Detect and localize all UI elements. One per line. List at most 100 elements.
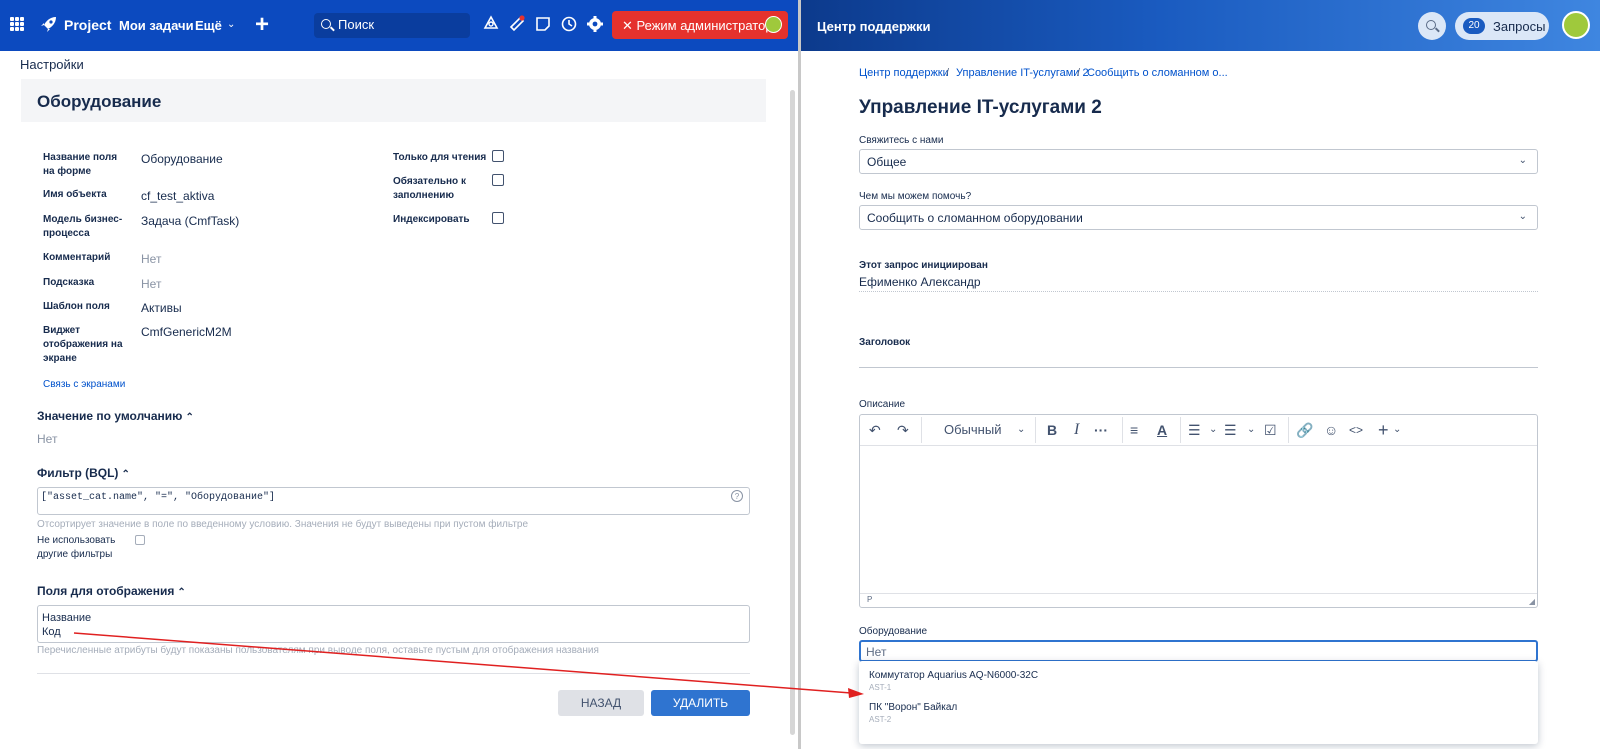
breadcrumb-item[interactable]: Сообщить о сломанном о...	[1087, 67, 1228, 79]
no-other-filters-checkbox[interactable]	[135, 535, 145, 545]
option-name: ПК "Ворон" Байкал	[869, 702, 958, 713]
link-icon[interactable]: 🔗	[1296, 420, 1313, 440]
chevron-down-icon[interactable]: ⌄	[1017, 420, 1025, 440]
avatar	[765, 16, 782, 33]
nav-my-tasks[interactable]: Мои задачи	[119, 18, 194, 33]
search-icon	[1426, 20, 1436, 30]
bullet-list-icon[interactable]: ☰	[1188, 420, 1201, 440]
search-input[interactable]: Поиск	[314, 13, 470, 38]
more-icon[interactable]: ···	[1094, 420, 1108, 440]
breadcrumb[interactable]: Настройки	[20, 57, 84, 72]
option-code: AST-2	[869, 715, 892, 724]
search-button[interactable]	[1418, 12, 1446, 40]
model-value: Задача (CmfTask)	[141, 214, 240, 228]
default-value: Нет	[37, 432, 58, 446]
filter-hint: Отсортирует значение в поле по введенном…	[37, 519, 529, 530]
app-grid-icon[interactable]	[10, 17, 24, 31]
hint-label: Подсказка	[43, 277, 95, 288]
required-label: Обязательно к заполнению	[393, 176, 466, 201]
code-icon[interactable]: <>	[1349, 420, 1363, 440]
delete-button[interactable]: УДАЛИТЬ	[651, 690, 750, 716]
editor-path: P	[867, 595, 873, 604]
comment-value: Нет	[141, 252, 162, 266]
admin-mode-label: Режим администратора	[636, 18, 780, 33]
bold-icon[interactable]: B	[1047, 420, 1057, 440]
object-name-label: Имя объекта	[43, 189, 107, 200]
portal-title[interactable]: Центр поддержки	[817, 19, 931, 34]
contact-select[interactable]: Общее ⌄	[859, 149, 1538, 174]
checkbox-icon[interactable]: ☑	[1264, 420, 1277, 440]
italic-icon[interactable]: I	[1074, 420, 1079, 440]
redo-icon[interactable]: ↷	[897, 420, 909, 440]
template-value: Активы	[141, 301, 182, 315]
breadcrumb-separator: /	[1077, 67, 1081, 79]
recycle-icon[interactable]	[482, 15, 500, 33]
chevron-down-icon: ⌄	[1518, 155, 1527, 166]
display-fields-section[interactable]: Поля для отображения ⌃	[37, 584, 186, 598]
chevron-up-icon: ⌃	[121, 469, 130, 480]
list-item[interactable]: Коммутатор Aquarius AQ-N6000-32C AST-1	[859, 661, 1538, 693]
form-name-label: Название поля на форме	[43, 152, 118, 177]
description-editor[interactable]: ↶ ↷ Обычный ⌄ B I ··· ≡ A ☰ ⌄ ☰ ⌄ ☑ 🔗 ☺ …	[859, 414, 1538, 608]
emoji-icon[interactable]: ☺	[1324, 420, 1338, 440]
object-name-value: cf_test_aktiva	[141, 189, 215, 203]
requests-button[interactable]: 20 Запросы	[1455, 12, 1549, 40]
panel-header: Оборудование	[21, 79, 766, 122]
text-color-icon[interactable]: A	[1157, 420, 1167, 440]
gear-icon[interactable]	[586, 15, 604, 33]
toolbar-separator	[921, 417, 922, 443]
create-plus-icon[interactable]: +	[255, 10, 269, 40]
avatar[interactable]	[1562, 11, 1590, 39]
request-type-select[interactable]: Сообщить о сломанном оборудовании ⌄	[859, 205, 1538, 230]
admin-mode-button[interactable]: ✕ Режим администратора	[612, 11, 788, 39]
align-icon[interactable]: ≡	[1130, 420, 1138, 440]
bql-filter-input[interactable]: ["asset_cat.name", "=", "Оборудование"] …	[37, 487, 750, 515]
screens-link[interactable]: Связь с экранами	[43, 379, 125, 390]
requests-count-badge: 20	[1463, 18, 1485, 34]
note-icon[interactable]	[534, 15, 552, 33]
filter-title: Фильтр (BQL)	[37, 466, 119, 480]
notification-icon[interactable]	[508, 15, 526, 33]
chevron-down-icon[interactable]: ⌄	[1247, 420, 1255, 440]
numbered-list-icon[interactable]: ☰	[1224, 420, 1237, 440]
readonly-checkbox[interactable]	[492, 150, 504, 162]
undo-icon[interactable]: ↶	[869, 420, 881, 440]
equipment-input[interactable]: Нет	[859, 640, 1538, 662]
help-icon[interactable]: ?	[731, 490, 743, 502]
top-navigation: Project Мои задачи Ещё ⌄ + Поиск ✕ Режим…	[0, 0, 800, 51]
index-checkbox[interactable]	[492, 212, 504, 224]
requests-label: Запросы	[1493, 19, 1546, 34]
comment-label: Комментарий	[43, 252, 111, 263]
insert-plus-icon[interactable]: +	[1378, 420, 1389, 440]
chevron-down-icon[interactable]: ⌄	[1209, 420, 1217, 440]
display-fields-input[interactable]: Название Код	[37, 605, 750, 643]
initiator-underline	[859, 291, 1538, 292]
summary-input[interactable]	[859, 352, 1538, 368]
back-button[interactable]: НАЗАД	[558, 690, 644, 716]
summary-label: Заголовок	[859, 337, 911, 348]
breadcrumb-item[interactable]: Центр поддержки	[859, 67, 949, 79]
text-style-select[interactable]: Обычный	[944, 420, 1001, 440]
chevron-down-icon[interactable]: ⌄	[227, 19, 235, 30]
filter-section[interactable]: Фильтр (BQL) ⌃	[37, 466, 130, 480]
history-icon[interactable]	[560, 15, 578, 33]
chevron-down-icon[interactable]: ⌄	[1393, 420, 1401, 440]
scrollbar[interactable]	[790, 90, 795, 735]
breadcrumb-item[interactable]: Управление IT-услугами 2	[956, 67, 1089, 79]
portal-header: Центр поддержки 20 Запросы	[801, 0, 1600, 51]
no-other-filters-label: Не использовать другие фильтры	[37, 535, 116, 560]
required-checkbox[interactable]	[492, 174, 504, 186]
initiator-label: Этот запрос инициирован	[859, 260, 988, 271]
request-type-value: Сообщить о сломанном оборудовании	[867, 211, 1083, 225]
list-item[interactable]: ПК "Ворон" Байкал AST-2	[859, 693, 1538, 725]
brand-name[interactable]: Project	[64, 17, 111, 33]
initiator-value[interactable]: Ефименко Александр	[859, 275, 981, 289]
breadcrumb-separator: /	[946, 67, 950, 79]
divider	[37, 673, 750, 674]
resize-handle-icon[interactable]: ◢	[1529, 597, 1535, 606]
default-value-section[interactable]: Значение по умолчанию ⌃	[37, 409, 194, 423]
nav-more[interactable]: Ещё	[195, 18, 222, 33]
search-placeholder: Поиск	[338, 17, 375, 32]
toolbar-separator	[1180, 417, 1181, 443]
bql-query-text: ["asset_cat.name", "=", "Оборудование"]	[41, 492, 276, 503]
